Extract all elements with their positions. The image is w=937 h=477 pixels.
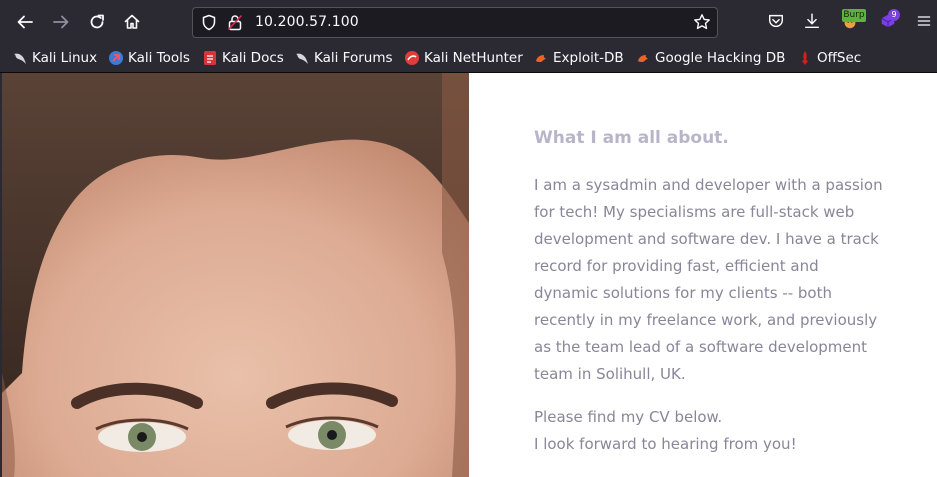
home-button[interactable] bbox=[118, 8, 146, 36]
bookmark-exploit-db[interactable]: Exploit-DB bbox=[533, 48, 624, 68]
exploit-db-icon bbox=[638, 55, 648, 62]
closing-text: I look forward to hearing from you! bbox=[534, 435, 797, 453]
bookmark-label: Exploit-DB bbox=[553, 50, 624, 66]
reload-button[interactable] bbox=[83, 8, 111, 36]
face-illustration bbox=[2, 73, 469, 477]
bookmark-label: Kali Forums bbox=[314, 50, 393, 66]
extension-badge: 9 bbox=[888, 9, 900, 21]
url-text[interactable]: 10.200.57.100 bbox=[255, 14, 359, 30]
bookmark-label: Kali Docs bbox=[222, 50, 284, 66]
back-button[interactable] bbox=[11, 8, 39, 36]
profile-photo bbox=[2, 73, 469, 477]
bookmark-kali-forums[interactable]: Kali Forums bbox=[294, 48, 393, 68]
bookmark-label: Google Hacking DB bbox=[655, 50, 786, 66]
cv-intro-text: Please find my CV below. bbox=[534, 408, 723, 426]
insecure-lock-icon[interactable] bbox=[227, 14, 243, 31]
bookmark-label: Kali Linux bbox=[32, 50, 98, 66]
download-icon bbox=[804, 13, 820, 29]
reload-icon bbox=[90, 14, 104, 29]
bookmark-label: OffSec bbox=[817, 50, 862, 66]
bookmark-kali-nethunter[interactable]: Kali NetHunter bbox=[404, 48, 523, 68]
bookmark-offsec[interactable]: OffSec bbox=[797, 48, 861, 68]
bookmark-star-icon[interactable] bbox=[693, 13, 711, 31]
menu-button[interactable] bbox=[914, 11, 934, 31]
about-paragraph: I am a sysadmin and developer with a pas… bbox=[534, 176, 883, 383]
kali-docs-icon bbox=[204, 51, 216, 65]
bookmark-kali-tools[interactable]: Kali Tools bbox=[108, 48, 190, 68]
arrow-right-icon bbox=[53, 15, 69, 29]
pocket-icon bbox=[768, 14, 784, 28]
bookmark-label: Kali NetHunter bbox=[424, 50, 523, 66]
bookmark-label: Kali Tools bbox=[128, 50, 190, 66]
kali-dragon-icon bbox=[14, 53, 26, 64]
home-icon bbox=[124, 14, 140, 29]
kali-tools-icon bbox=[109, 51, 123, 65]
bookmark-kali-docs[interactable]: Kali Docs bbox=[202, 48, 284, 68]
browser-toolbar: 10.200.57.100 Burp 9 bbox=[0, 0, 937, 44]
nethunter-icon bbox=[405, 51, 419, 65]
bookmark-kali-linux[interactable]: Kali Linux bbox=[12, 48, 97, 68]
kali-dragon-icon bbox=[296, 53, 308, 64]
burp-badge: Burp bbox=[842, 9, 866, 22]
shield-icon[interactable] bbox=[201, 14, 217, 31]
forward-button[interactable] bbox=[47, 8, 75, 36]
hamburger-menu-icon bbox=[917, 16, 931, 26]
pocket-button[interactable] bbox=[766, 11, 786, 31]
downloads-button[interactable] bbox=[802, 11, 822, 31]
address-bar[interactable]: 10.200.57.100 bbox=[192, 7, 718, 38]
offsec-icon bbox=[802, 51, 808, 65]
exploit-db-icon bbox=[536, 55, 546, 62]
arrow-left-icon bbox=[17, 15, 33, 29]
section-heading: What I am all about. bbox=[534, 128, 729, 148]
bookmark-google-hacking-db[interactable]: Google Hacking DB bbox=[635, 48, 785, 68]
